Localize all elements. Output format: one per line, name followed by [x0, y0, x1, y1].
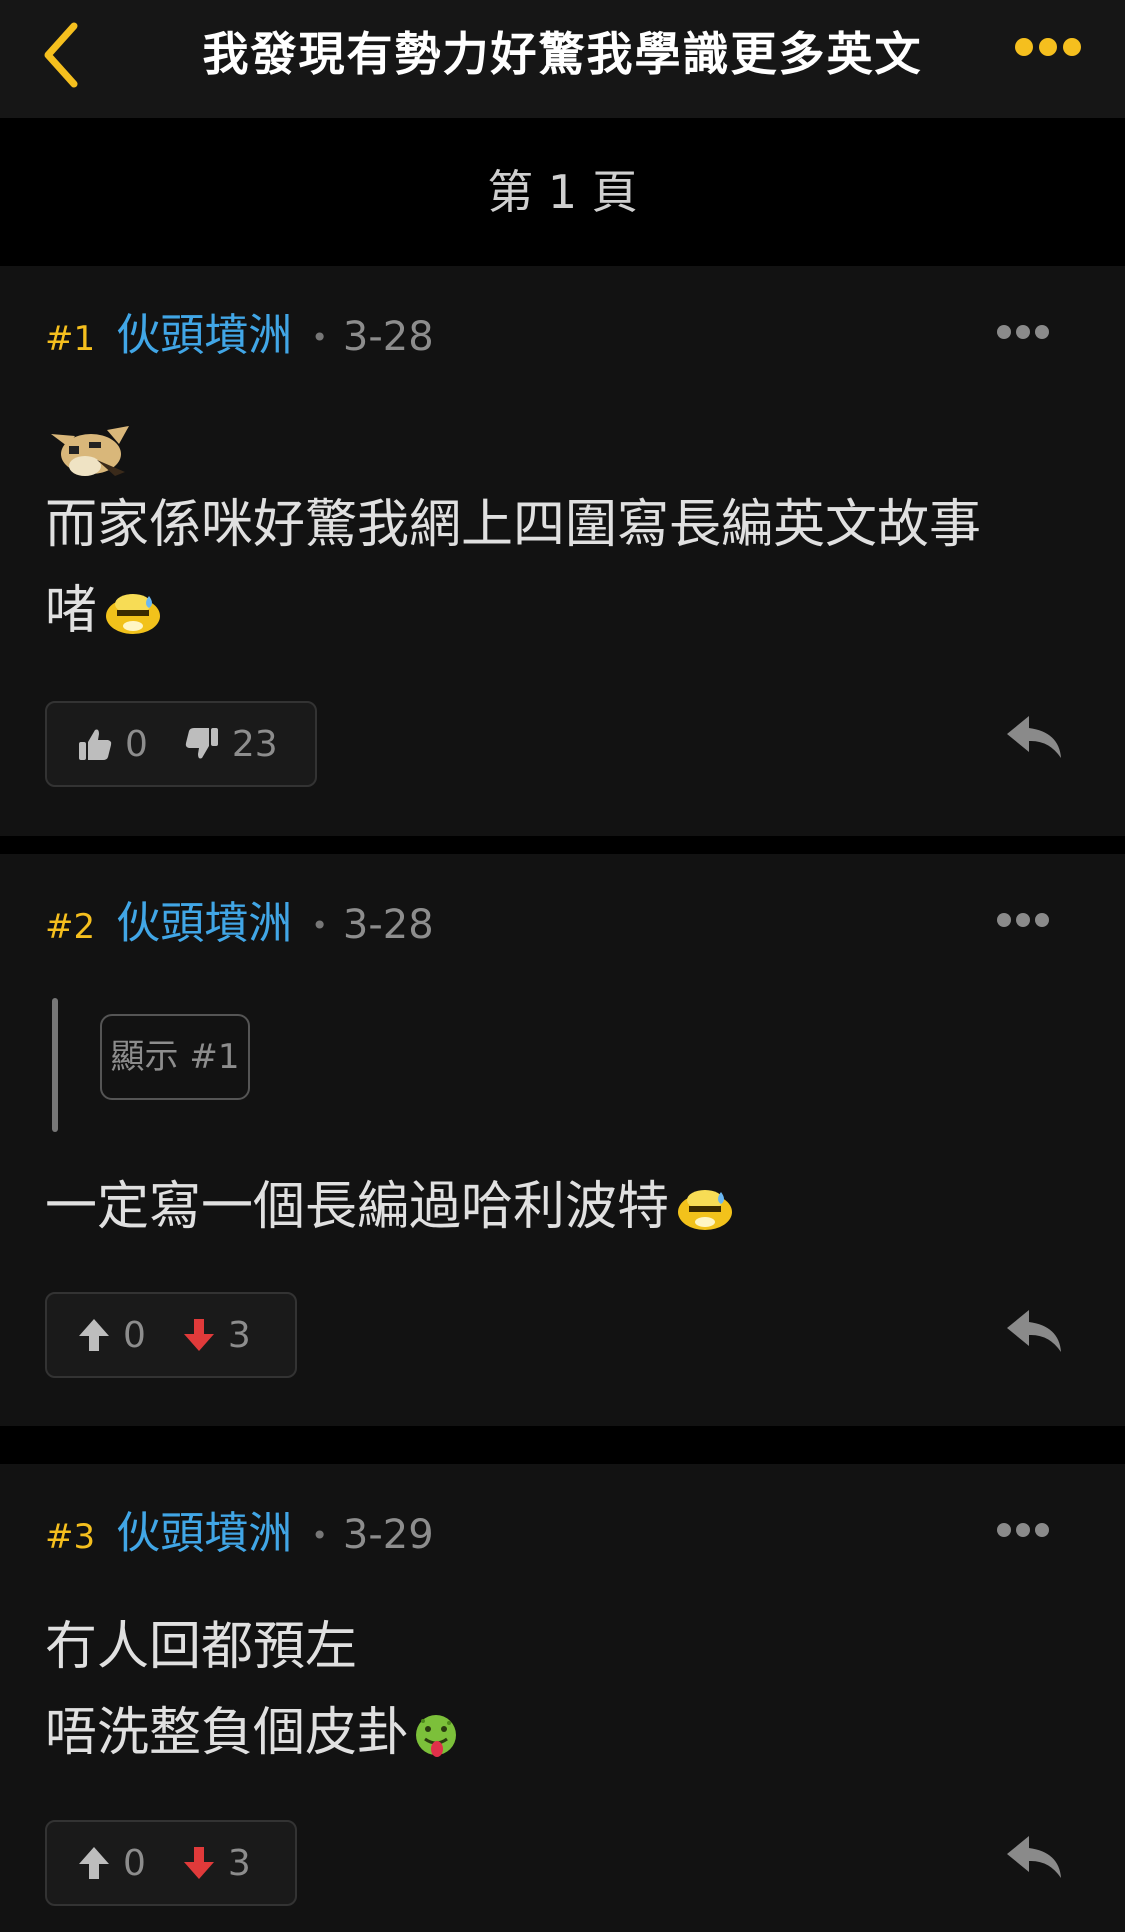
back-button[interactable]	[40, 20, 90, 90]
arrow-down-icon	[183, 1847, 214, 1879]
post-content: 而家係咪好驚我網上四圍寫長編英文故事 啫	[45, 416, 1085, 654]
post-2: #2 伙頭墳洲 • 3-28 顯示 #1 一定寫一個長編過哈利波特 0 3	[0, 854, 1125, 1426]
floor-number: #1	[45, 319, 96, 359]
reply-button[interactable]	[1005, 1832, 1065, 1882]
reply-button[interactable]	[1005, 712, 1065, 762]
content-line: 啫	[45, 581, 98, 641]
arrow-up-icon	[79, 1319, 109, 1351]
more-dot	[1039, 38, 1057, 56]
arrow-down-icon	[183, 1319, 214, 1351]
upvote-button[interactable]: 0	[77, 1315, 146, 1356]
content-line: 一定寫一個長編過哈利波特	[45, 1177, 670, 1237]
upvote-count: 0	[123, 1314, 146, 1356]
show-quote-button[interactable]: 顯示 #1	[100, 1014, 250, 1100]
floor-number: #2	[45, 907, 96, 947]
vote-box: 0 3	[45, 1820, 297, 1906]
content-line: 而家係咪好驚我網上四圍寫長編英文故事	[45, 495, 982, 555]
sweat-face-emoji	[106, 594, 161, 634]
separator-dot: •	[311, 321, 328, 354]
thread-title: 我發現有勢力好驚我學識更多英文	[202, 27, 923, 81]
upvote-count: 0	[123, 1842, 146, 1884]
thread-more-button[interactable]	[1015, 38, 1087, 62]
content-line: 冇人回都預左	[45, 1617, 358, 1677]
arrow-up-icon	[79, 1847, 109, 1879]
post-3: #3 伙頭墳洲 • 3-29 冇人回都預左 唔洗整負個皮卦 0 3	[0, 1464, 1125, 1932]
post-content: 冇人回都預左 唔洗整負個皮卦	[45, 1604, 1085, 1776]
downvote-button[interactable]: 3	[182, 1315, 251, 1356]
post-more-button[interactable]	[997, 324, 1057, 344]
more-dot	[1016, 913, 1030, 927]
vote-box: 0 23	[45, 701, 317, 787]
like-count: 0	[125, 723, 148, 765]
post-header: #2 伙頭墳洲 • 3-28	[45, 894, 434, 954]
page-number-label: 第 1 頁	[0, 118, 1125, 266]
more-dot	[997, 913, 1011, 927]
vote-box: 0 3	[45, 1292, 297, 1378]
author-name[interactable]: 伙頭墳洲	[116, 894, 292, 954]
more-dot	[1016, 1523, 1030, 1537]
separator-dot: •	[311, 909, 328, 942]
post-date: 3-28	[342, 314, 434, 360]
post-content: 一定寫一個長編過哈利波特	[45, 1164, 1085, 1250]
content-line-with-emoji: 啫	[45, 568, 1085, 654]
downvote-count: 3	[227, 1314, 251, 1356]
more-dot	[1035, 325, 1049, 339]
more-dot	[1035, 1523, 1049, 1537]
content-line-with-emoji: 唔洗整負個皮卦	[45, 1690, 1085, 1776]
post-date: 3-29	[342, 1512, 434, 1558]
reply-icon	[1007, 716, 1061, 758]
thumbs-up-icon	[79, 729, 112, 760]
more-dot	[1035, 913, 1049, 927]
quote-bar	[52, 998, 58, 1132]
floor-number: #3	[45, 1517, 96, 1557]
fainting-dog-emoji	[51, 426, 129, 476]
more-dot	[997, 325, 1011, 339]
reply-icon	[1007, 1836, 1061, 1878]
more-dot	[1063, 38, 1081, 56]
sick-face-emoji	[416, 1715, 457, 1757]
downvote-count: 3	[227, 1842, 251, 1884]
top-bar: 我發現有勢力好驚我學識更多英文	[0, 0, 1125, 119]
dislike-button[interactable]: 23	[184, 724, 278, 765]
author-name[interactable]: 伙頭墳洲	[116, 1504, 292, 1564]
post-1: #1 伙頭墳洲 • 3-28 而家係咪好驚我網上四圍寫長編英文故事 啫 0 23	[0, 266, 1125, 836]
like-button[interactable]: 0	[77, 724, 148, 765]
author-name[interactable]: 伙頭墳洲	[116, 306, 292, 366]
more-dot	[997, 1523, 1011, 1537]
dislike-count: 23	[231, 723, 278, 765]
more-dot	[1015, 38, 1033, 56]
post-more-button[interactable]	[997, 1522, 1057, 1542]
sweat-face-emoji	[678, 1190, 733, 1230]
upvote-button[interactable]: 0	[77, 1843, 146, 1884]
content-line: 唔洗整負個皮卦	[45, 1703, 410, 1763]
reply-button[interactable]	[1005, 1306, 1065, 1356]
post-more-button[interactable]	[997, 912, 1057, 932]
thumbs-down-icon	[185, 728, 218, 759]
post-header: #3 伙頭墳洲 • 3-29	[45, 1504, 434, 1564]
separator-dot: •	[311, 1519, 328, 1552]
post-header: #1 伙頭墳洲 • 3-28	[45, 306, 434, 366]
chevron-left-icon	[44, 22, 78, 88]
more-dot	[1016, 325, 1030, 339]
downvote-button[interactable]: 3	[182, 1843, 251, 1884]
post-date: 3-28	[342, 902, 434, 948]
reply-icon	[1007, 1310, 1061, 1352]
content-line-with-emoji: 一定寫一個長編過哈利波特	[45, 1164, 1085, 1250]
